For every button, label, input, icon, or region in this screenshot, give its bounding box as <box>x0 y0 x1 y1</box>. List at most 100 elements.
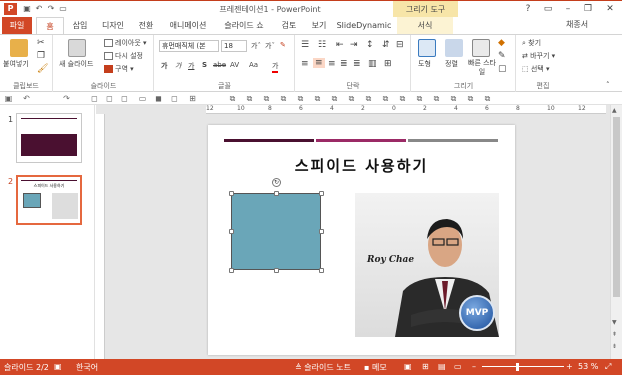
bold-button[interactable]: 가 <box>161 61 167 71</box>
resize-handle[interactable] <box>319 191 324 196</box>
language-indicator[interactable]: 한국어 <box>76 362 98 373</box>
text-direction-icon[interactable]: ⇵ <box>382 40 390 50</box>
save-small-icon[interactable]: ▣ <box>4 94 13 103</box>
resize-handle[interactable] <box>229 191 234 196</box>
tab-slidedynamic[interactable]: SlideDynamic <box>336 17 392 34</box>
format-painter-icon[interactable]: 🖌 <box>37 64 48 74</box>
arrange-icon[interactable] <box>445 39 463 57</box>
smartart-icon[interactable]: ⊞ <box>384 59 392 69</box>
toolbar-icon-14[interactable]: ⧉ <box>330 94 339 103</box>
tab-home[interactable]: 홈 <box>36 17 64 35</box>
char-spacing-button[interactable]: AV <box>230 61 239 69</box>
collapse-ribbon-icon[interactable]: ˄ <box>606 81 610 89</box>
layout-button[interactable]: 레이아웃 ▾ <box>104 38 147 48</box>
shadow-button[interactable]: abe <box>213 61 226 69</box>
resize-handle[interactable] <box>229 229 234 234</box>
arrange-button[interactable]: 정렬 <box>445 59 458 69</box>
toolbar-icon-10[interactable]: ⧉ <box>262 94 271 103</box>
align-text-icon[interactable]: ⊟ <box>396 40 404 50</box>
increase-indent-icon[interactable]: ⇥ <box>350 40 358 50</box>
shrink-font-icon[interactable]: 가ˇ <box>265 41 275 51</box>
toolbar-icon-17[interactable]: ⧉ <box>381 94 390 103</box>
toolbar-icon-23[interactable]: ⧉ <box>483 94 492 103</box>
align-left-icon[interactable]: ≡ <box>301 59 309 69</box>
toolbar-icon-12[interactable]: ⧉ <box>296 94 305 103</box>
line-spacing-icon[interactable]: ↕ <box>366 40 374 50</box>
distribute-icon[interactable]: ≣ <box>353 59 361 69</box>
scroll-thumb[interactable] <box>613 117 620 297</box>
new-slide-icon[interactable] <box>68 39 86 57</box>
underline-button[interactable]: 가 <box>188 61 194 71</box>
paste-button[interactable]: 붙여넣기 <box>3 59 29 69</box>
find-button[interactable]: ⌕ 찾기 <box>522 38 541 48</box>
redo-small-icon[interactable]: ↷ <box>62 94 71 103</box>
toolbar-icon-19[interactable]: ⧉ <box>415 94 424 103</box>
slide-sorter-icon[interactable]: ⊞ <box>422 362 429 371</box>
slide-thumbnail-1[interactable] <box>16 113 82 163</box>
slide-canvas[interactable]: 스피이드 사용하기 ↻ Roy Chae MVP <box>208 125 515 355</box>
columns-icon[interactable]: ▥ <box>368 59 377 69</box>
toolbar-icon-13[interactable]: ⧉ <box>313 94 322 103</box>
toolbar-icon-2[interactable]: ◻ <box>105 94 114 103</box>
restore-button[interactable]: ❐ <box>578 3 598 16</box>
comments-button[interactable]: ▪ 메모 <box>364 362 387 373</box>
slideshow-view-icon[interactable]: ▭ <box>454 362 462 371</box>
toolbar-icon-7[interactable]: ⊞ <box>188 94 197 103</box>
quick-styles-icon[interactable] <box>472 39 490 57</box>
vertical-scrollbar[interactable]: ▲ ▼ ⇞ ⇟ <box>610 105 622 359</box>
strike-button[interactable]: S <box>202 61 207 69</box>
clear-format-icon[interactable]: ✎ <box>280 41 286 49</box>
tab-view[interactable]: 보기 <box>306 17 332 34</box>
font-name-select[interactable]: 휴먼매직체 (본 <box>159 40 219 52</box>
zoom-slider-thumb[interactable] <box>516 363 519 371</box>
tab-review[interactable]: 검토 <box>276 17 302 34</box>
user-name[interactable]: 채종서 <box>566 19 588 30</box>
save-icon[interactable]: ▣ <box>22 4 32 14</box>
spell-check-icon[interactable]: ▣ <box>54 362 62 371</box>
reading-view-icon[interactable]: ▤ <box>438 362 446 371</box>
tab-transitions[interactable]: 전환 <box>132 17 160 34</box>
font-color-button[interactable]: 가 <box>272 61 279 73</box>
shape-effects-icon[interactable]: ▢ <box>498 64 507 74</box>
new-slide-button[interactable]: 새 슬라이드 <box>59 59 93 69</box>
section-button[interactable]: 구역 ▾ <box>104 64 134 74</box>
minimize-button[interactable]: – <box>558 3 578 16</box>
select-button[interactable]: ⬚ 선택 ▾ <box>522 64 550 74</box>
redo-icon[interactable]: ↷ <box>46 4 56 14</box>
ribbon-display-options-icon[interactable]: ▭ <box>538 3 558 16</box>
prev-slide-icon[interactable]: ⇞ <box>612 331 617 338</box>
copy-icon[interactable]: ❐ <box>37 51 45 61</box>
toolbar-icon-20[interactable]: ⧉ <box>432 94 441 103</box>
slideshow-from-start-icon[interactable]: ▭ <box>58 4 68 14</box>
shapes-button[interactable]: 도형 <box>418 59 431 69</box>
toolbar-icon-6[interactable]: ◻ <box>170 94 179 103</box>
toolbar-icon-22[interactable]: ⧉ <box>466 94 475 103</box>
rotate-handle-icon[interactable]: ↻ <box>272 178 281 187</box>
close-button[interactable]: ✕ <box>600 3 620 16</box>
resize-handle[interactable] <box>274 191 279 196</box>
fit-to-window-icon[interactable]: ⤢ <box>605 362 611 372</box>
justify-icon[interactable]: ≣ <box>340 59 348 69</box>
undo-small-icon[interactable]: ↶ <box>22 94 31 103</box>
toolbar-icon-18[interactable]: ⧉ <box>398 94 407 103</box>
zoom-out-icon[interactable]: – <box>472 362 476 371</box>
resize-handle[interactable] <box>319 229 324 234</box>
toolbar-icon-1[interactable]: ◻ <box>90 94 99 103</box>
resize-handle[interactable] <box>229 268 234 273</box>
tab-design[interactable]: 디자인 <box>96 17 130 34</box>
scroll-up-icon[interactable]: ▲ <box>612 107 617 114</box>
tab-insert[interactable]: 삽입 <box>66 17 94 34</box>
align-center-icon[interactable]: ≡ <box>313 58 325 68</box>
shape-outline-icon[interactable]: ✎ <box>498 51 506 61</box>
numbering-icon[interactable]: ☷ <box>318 40 326 50</box>
toolbar-icon-5[interactable]: ◼ <box>154 94 163 103</box>
next-slide-icon[interactable]: ⇟ <box>612 343 617 350</box>
decrease-indent-icon[interactable]: ⇤ <box>336 40 344 50</box>
zoom-in-icon[interactable]: + <box>566 362 573 371</box>
toolbar-icon-11[interactable]: ⧉ <box>279 94 288 103</box>
scroll-down-icon[interactable]: ▼ <box>612 319 617 326</box>
paste-icon[interactable] <box>10 39 28 57</box>
font-size-select[interactable]: 18 <box>221 40 247 52</box>
align-right-icon[interactable]: ≡ <box>328 59 336 69</box>
selected-rectangle-shape[interactable] <box>231 193 321 270</box>
